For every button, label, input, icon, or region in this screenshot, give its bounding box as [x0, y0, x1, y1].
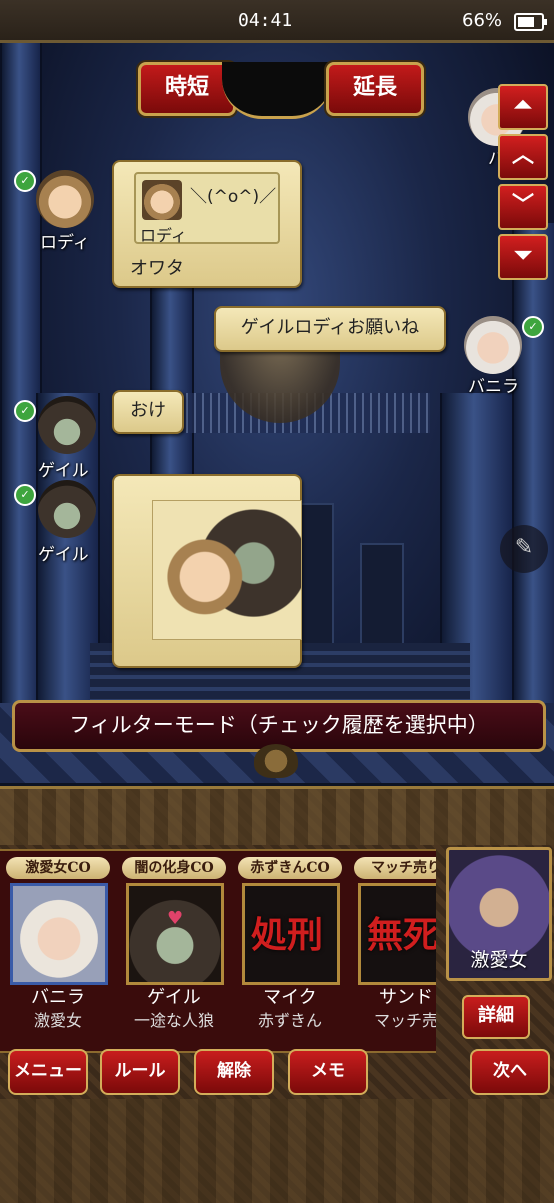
avatar-gail[interactable]: ゲイル: [38, 396, 98, 481]
door: [300, 503, 334, 657]
avatar-face: [464, 316, 522, 374]
message-text: オワタ: [130, 258, 184, 279]
player-card[interactable]: 激愛女CO バニラ 激愛女: [2, 851, 114, 1051]
avatar-name: ゲイル: [38, 545, 89, 565]
avatar-vanilla[interactable]: バニラ: [464, 316, 524, 397]
player-name: サンド: [379, 987, 433, 1008]
avatar-face: [38, 480, 96, 538]
player-portrait: 処刑: [242, 883, 340, 985]
scroll-controls: ⏶ ︿ ﹀ ⏷: [498, 84, 548, 284]
execution-stamp: 処刑: [251, 914, 324, 956]
status-bar: 04:41 66%: [0, 0, 554, 43]
player-portrait: ♥: [126, 883, 224, 985]
check-icon[interactable]: ✓: [522, 316, 544, 338]
chat-bubble: [112, 474, 302, 668]
scroll-top-button[interactable]: ⏶: [498, 84, 548, 130]
panel-ornament: [0, 789, 554, 845]
avatar-face: [36, 170, 94, 228]
release-button[interactable]: 解除: [194, 1049, 274, 1095]
pencil-icon[interactable]: ✎: [500, 525, 548, 573]
scroll-up-button[interactable]: ︿: [498, 134, 548, 180]
player-cards: 激愛女CO バニラ 激愛女 闇の化身CO ♥ ゲイル 一途な人狼 赤ずきんCO …: [0, 849, 436, 1053]
player-name: ゲイル: [147, 987, 201, 1008]
tab-center-ornament: [222, 62, 332, 119]
heart-icon: ♥: [167, 908, 184, 929]
extend-button[interactable]: 延長: [326, 62, 424, 116]
own-role-card[interactable]: 激愛女: [446, 847, 552, 981]
quote-avatar: [142, 180, 182, 220]
co-label: マッチ売り: [354, 857, 436, 879]
player-card[interactable]: 闇の化身CO ♥ ゲイル 一途な人狼: [118, 851, 230, 1051]
player-name: マイク: [263, 987, 317, 1008]
death-stamp: 無死: [367, 914, 436, 956]
scroll-bottom-button[interactable]: ⏷: [498, 234, 548, 280]
clock: 04:41: [238, 10, 293, 31]
wolf-emblem-icon: [254, 744, 298, 778]
player-role: 一途な人狼: [133, 1011, 214, 1030]
player-role: 激愛女: [33, 1011, 82, 1030]
scroll-down-button[interactable]: ﹀: [498, 184, 548, 230]
player-portrait: 無死: [358, 883, 436, 985]
quoted-message: ＼(^o^)／ ロディ: [134, 172, 280, 245]
memo-button[interactable]: メモ: [288, 1049, 368, 1095]
quote-name: ロディ: [140, 226, 187, 245]
avatar-face: [38, 396, 96, 454]
avatar-gail[interactable]: ゲイル: [38, 480, 98, 565]
pillar: [512, 223, 554, 743]
co-label: 赤ずきんCO: [238, 857, 342, 879]
chat-bubble: ＼(^o^)／ ロディ オワタ: [112, 160, 302, 288]
co-label: 闇の化身CO: [122, 857, 226, 879]
chat-bubble: ゲイルロディお願いね: [214, 306, 446, 352]
menu-button[interactable]: メニュー: [8, 1049, 88, 1095]
time-tabs: 時短 延長: [130, 62, 424, 119]
next-button[interactable]: 次へ: [470, 1049, 550, 1095]
own-role-label: 激愛女: [470, 949, 528, 971]
stamp-image: [152, 500, 302, 640]
player-name: バニラ: [31, 987, 85, 1008]
detail-button[interactable]: 詳細: [462, 995, 530, 1039]
chat-bubble: おけ: [112, 390, 184, 434]
player-role: 赤ずきん: [257, 1011, 322, 1030]
player-role: マッチ売: [373, 1011, 436, 1030]
player-card[interactable]: マッチ売り 無死 サンド マッチ売: [350, 851, 436, 1051]
footer-ornament: [0, 1099, 554, 1203]
quote-text: ＼(^o^)／: [190, 187, 277, 207]
check-icon[interactable]: ✓: [14, 400, 36, 422]
avatar-name: ロディ: [40, 233, 90, 253]
check-icon[interactable]: ✓: [14, 170, 36, 192]
player-card[interactable]: 赤ずきんCO 処刑 マイク 赤ずきん: [234, 851, 346, 1051]
check-icon[interactable]: ✓: [14, 484, 36, 506]
avatar-name: バニラ: [468, 377, 519, 397]
avatar-rodi[interactable]: ロディ: [36, 170, 96, 253]
battery-icon: [514, 13, 547, 31]
battery-percent: 66%: [462, 10, 503, 31]
rule-button[interactable]: ルール: [100, 1049, 180, 1095]
player-portrait: [10, 883, 108, 985]
avatar-name: ゲイル: [38, 461, 89, 481]
co-label: 激愛女CO: [6, 857, 110, 879]
player-panel: 激愛女CO バニラ 激愛女 闇の化身CO ♥ ゲイル 一途な人狼 赤ずきんCO …: [0, 786, 554, 1203]
